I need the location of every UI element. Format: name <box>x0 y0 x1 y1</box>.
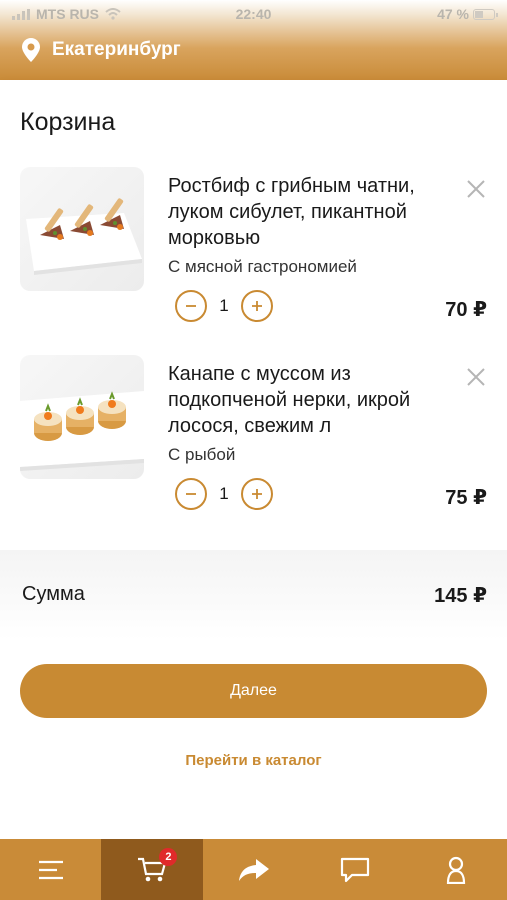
share-icon <box>238 858 269 881</box>
cart-item: Ростбиф с грибным чатни, луком сибулет, … <box>0 167 507 337</box>
close-icon <box>467 368 485 386</box>
city-name: Екатеринбург <box>52 39 181 60</box>
plus-icon <box>252 489 262 499</box>
remove-item-button[interactable] <box>465 366 487 388</box>
remove-item-button[interactable] <box>465 178 487 200</box>
tab-menu[interactable] <box>0 839 101 900</box>
tab-profile[interactable] <box>406 839 507 900</box>
close-icon <box>467 180 485 198</box>
battery-percent: 47 % <box>437 6 469 22</box>
go-to-catalog-link[interactable]: Перейти в каталог <box>0 752 507 769</box>
carrier-name: MTS RUS <box>36 6 99 22</box>
battery-icon <box>473 8 498 20</box>
minus-icon <box>186 305 196 307</box>
increase-quantity-button[interactable] <box>241 290 273 322</box>
quantity-value: 1 <box>219 296 229 315</box>
tab-cart[interactable]: 2 <box>101 839 203 900</box>
tab-chat[interactable] <box>304 839 405 900</box>
decrease-quantity-button[interactable] <box>175 290 207 322</box>
menu-icon <box>38 860 63 879</box>
item-name: Ростбиф с грибным чатни, луком сибулет, … <box>168 175 415 249</box>
carrier-info: MTS RUS <box>12 6 121 22</box>
bottom-tab-bar: 2 <box>0 839 507 900</box>
cart-badge: 2 <box>159 848 178 866</box>
total-label: Сумма <box>22 583 85 605</box>
user-icon <box>447 856 466 884</box>
next-button[interactable]: Далее <box>20 664 487 718</box>
chat-icon <box>340 857 370 882</box>
item-price: 70 ₽ <box>445 299 487 321</box>
item-image <box>20 167 144 291</box>
item-name: Канапе с муссом из подкопченой нерки, ик… <box>168 363 411 437</box>
increase-quantity-button[interactable] <box>241 478 273 510</box>
battery-status: 47 % <box>437 6 498 22</box>
cart-total: Сумма 145 ₽ <box>0 550 507 640</box>
quantity-value: 1 <box>219 484 229 503</box>
app-header: MTS RUS 22:40 47 % Екатеринбург <box>0 0 507 80</box>
item-category: С мясной гастрономией <box>168 257 357 276</box>
minus-icon <box>186 493 196 495</box>
quantity-stepper: 1 <box>175 290 273 322</box>
signal-icon <box>12 8 30 20</box>
item-category: С рыбой <box>168 445 236 464</box>
decrease-quantity-button[interactable] <box>175 478 207 510</box>
cart-panel: Корзина Ростбиф с грибным чатни, луком с… <box>0 80 507 550</box>
location-pin-icon <box>22 38 40 62</box>
page-title: Корзина <box>20 108 116 136</box>
item-price: 75 ₽ <box>445 487 487 509</box>
cart-item: Канапе с муссом из подкопченой нерки, ик… <box>0 355 507 525</box>
wifi-icon <box>105 8 121 20</box>
status-bar: MTS RUS 22:40 47 % <box>0 0 507 28</box>
tab-share[interactable] <box>203 839 304 900</box>
city-selector[interactable]: Екатеринбург <box>22 38 181 62</box>
total-value: 145 ₽ <box>434 585 487 607</box>
quantity-stepper: 1 <box>175 478 273 510</box>
item-image <box>20 355 144 479</box>
plus-icon <box>252 301 262 311</box>
